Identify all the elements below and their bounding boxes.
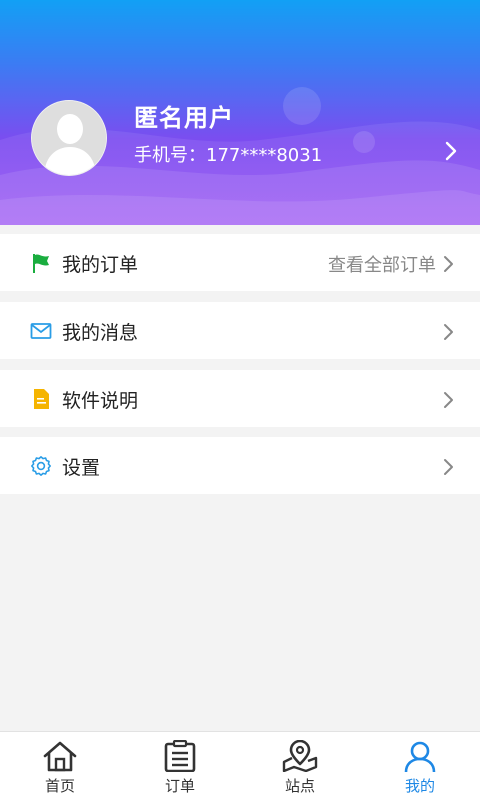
tab-label-orders: 订单 (164, 777, 195, 795)
chevron-right-icon (444, 392, 453, 408)
menu-item-settings[interactable]: 设置 (0, 437, 480, 494)
map-pin-icon (282, 740, 318, 772)
user-phone: 手机号：177****8031 (134, 145, 323, 166)
profile-header[interactable]: 匿名用户 手机号：177****8031 (0, 0, 480, 225)
user-name: 匿名用户 (134, 104, 234, 132)
mail-icon (30, 323, 52, 339)
chevron-right-icon (444, 256, 453, 272)
menu-label-my-orders: 我的订单 (62, 254, 139, 276)
menu-item-my-orders[interactable]: 我的订单 查看全部订单 (0, 234, 480, 291)
tab-mine[interactable]: 我的 (360, 732, 480, 800)
menu-label-settings: 设置 (62, 457, 101, 479)
menu-item-my-messages[interactable]: 我的消息 (0, 302, 480, 359)
document-icon (34, 389, 49, 409)
flag-icon (33, 254, 49, 273)
menu-item-software-description[interactable]: 软件说明 (0, 370, 480, 427)
chevron-right-icon (444, 459, 453, 475)
tab-label-mine: 我的 (404, 777, 435, 795)
tab-label-home: 首页 (44, 777, 75, 795)
view-all-orders-link[interactable]: 查看全部订单 (328, 251, 436, 277)
user-icon (404, 741, 436, 772)
list-icon (164, 740, 196, 772)
chevron-right-icon[interactable] (444, 140, 458, 162)
home-icon (43, 741, 77, 772)
menu-label-software-description: 软件说明 (62, 390, 139, 412)
gear-icon (31, 456, 51, 476)
default-user-silhouette-icon (32, 101, 106, 175)
chevron-right-icon (444, 324, 453, 340)
bottom-tab-bar: 首页 订单 站点 我的 (0, 731, 480, 800)
tab-home[interactable]: 首页 (0, 732, 120, 800)
menu-label-my-messages: 我的消息 (62, 322, 139, 344)
tab-stations[interactable]: 站点 (240, 732, 360, 800)
tab-orders[interactable]: 订单 (120, 732, 240, 800)
tab-label-stations: 站点 (284, 777, 315, 795)
avatar[interactable] (31, 100, 107, 176)
